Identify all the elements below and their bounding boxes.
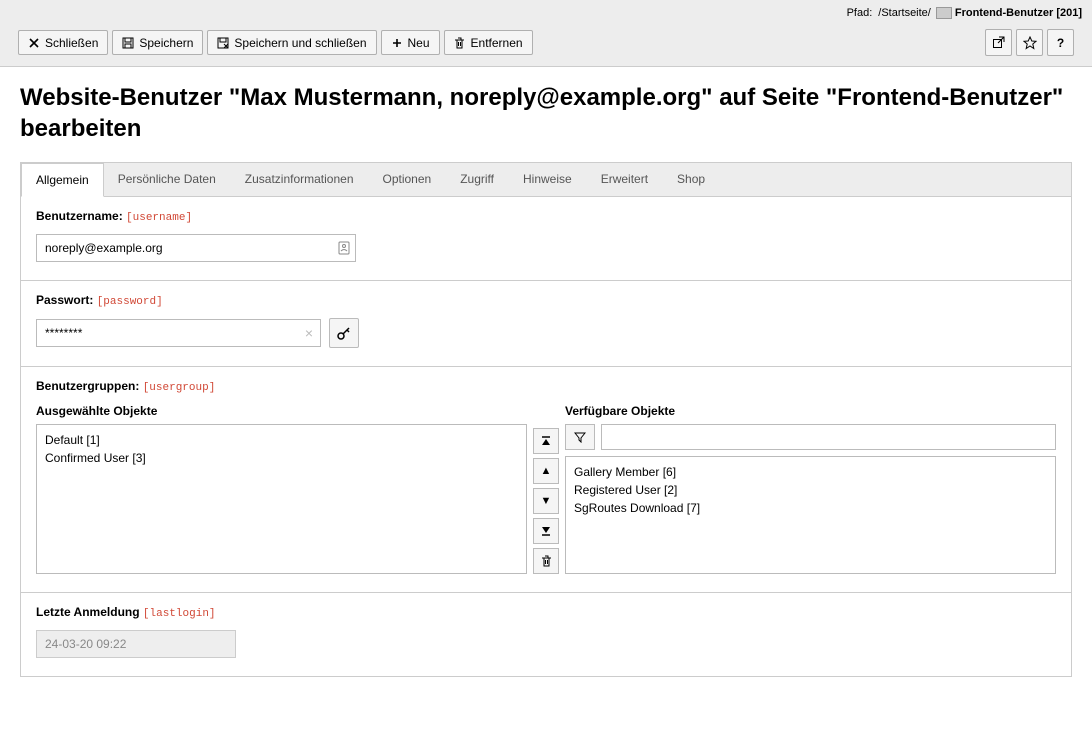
list-item[interactable]: Default [1] xyxy=(45,431,518,449)
list-item[interactable]: SgRoutes Download [7] xyxy=(574,499,1047,517)
section-username: Benutzername: [username] xyxy=(21,197,1071,281)
password-input[interactable] xyxy=(36,319,321,347)
share-button[interactable] xyxy=(985,29,1012,56)
lastlogin-tech: [lastlogin] xyxy=(143,608,216,620)
section-lastlogin: Letzte Anmeldung [lastlogin] xyxy=(21,593,1071,676)
tab-shop[interactable]: Shop xyxy=(663,163,720,196)
tab-access[interactable]: Zugriff xyxy=(446,163,509,196)
key-icon xyxy=(336,325,352,341)
selected-listbox[interactable]: Default [1] Confirmed User [3] xyxy=(36,424,527,574)
list-item[interactable]: Registered User [2] xyxy=(574,481,1047,499)
triangle-up-icon: ▲ xyxy=(541,465,552,477)
page-title: Website-Benutzer "Max Mustermann, norepl… xyxy=(20,82,1072,144)
section-usergroup: Benutzergruppen: [usergroup] Ausgewählte… xyxy=(21,367,1071,593)
content-area: Website-Benutzer "Max Mustermann, norepl… xyxy=(0,67,1092,752)
remove-button[interactable] xyxy=(533,548,559,574)
contact-icon xyxy=(338,241,350,255)
lastlogin-input xyxy=(36,630,236,658)
username-label: Benutzername: xyxy=(36,209,123,223)
new-button[interactable]: Neu xyxy=(381,30,440,55)
filter-button[interactable] xyxy=(565,424,595,450)
plus-icon xyxy=(391,37,403,49)
move-bottom-button[interactable] xyxy=(533,518,559,544)
tab-panel: Benutzername: [username] Passwort: [pass… xyxy=(20,196,1072,677)
clear-icon[interactable]: × xyxy=(305,325,313,341)
lastlogin-label: Letzte Anmeldung xyxy=(36,605,140,619)
tab-options[interactable]: Optionen xyxy=(369,163,447,196)
help-button[interactable]: ? xyxy=(1047,29,1074,56)
usergroup-label: Benutzergruppen: xyxy=(36,379,139,393)
help-icon: ? xyxy=(1057,36,1064,50)
triangle-down-icon: ▼ xyxy=(541,495,552,507)
filter-icon xyxy=(574,431,586,443)
delete-button[interactable]: Entfernen xyxy=(444,30,533,55)
usergroup-tech: [usergroup] xyxy=(143,382,216,394)
list-item[interactable]: Gallery Member [6] xyxy=(574,463,1047,481)
trash-icon xyxy=(541,555,552,567)
available-listbox[interactable]: Gallery Member [6] Registered User [2] S… xyxy=(565,456,1056,574)
filter-input[interactable] xyxy=(601,424,1056,450)
move-up-button[interactable]: ▲ xyxy=(533,458,559,484)
tab-notes[interactable]: Hinweise xyxy=(509,163,587,196)
path-label: Pfad: xyxy=(847,7,873,19)
close-icon xyxy=(28,37,40,49)
username-tech: [username] xyxy=(126,212,192,224)
save-button[interactable]: Speichern xyxy=(112,30,203,55)
move-down-button[interactable]: ▼ xyxy=(533,488,559,514)
move-top-icon xyxy=(541,436,551,446)
save-close-icon xyxy=(217,37,229,49)
move-top-button[interactable] xyxy=(533,428,559,454)
selected-title: Ausgewählte Objekte xyxy=(36,404,527,418)
move-bottom-icon xyxy=(541,526,551,536)
tab-personal[interactable]: Persönliche Daten xyxy=(104,163,231,196)
save-icon xyxy=(122,37,134,49)
breadcrumb-current[interactable]: Frontend-Benutzer [201] xyxy=(955,7,1082,19)
available-title: Verfügbare Objekte xyxy=(565,404,1056,418)
trash-icon xyxy=(454,37,466,49)
tab-extra[interactable]: Zusatzinformationen xyxy=(231,163,369,196)
password-label: Passwort: xyxy=(36,293,93,307)
username-input[interactable] xyxy=(36,234,356,262)
toolbar: Schließen Speichern Speichern und schlie… xyxy=(0,25,1092,67)
folder-icon xyxy=(936,7,952,19)
close-button[interactable]: Schließen xyxy=(18,30,108,55)
generate-password-button[interactable] xyxy=(329,318,359,348)
transfer-controls: ▲ ▼ xyxy=(533,404,559,574)
star-icon xyxy=(1023,36,1037,50)
external-link-icon xyxy=(992,36,1005,49)
save-close-button[interactable]: Speichern und schließen xyxy=(207,30,376,55)
section-password: Passwort: [password] × xyxy=(21,281,1071,367)
tab-extended[interactable]: Erweitert xyxy=(587,163,663,196)
password-tech: [password] xyxy=(97,296,163,308)
breadcrumb-root[interactable]: /Startseite/ xyxy=(878,7,931,19)
tab-bar: Allgemein Persönliche Daten Zusatzinform… xyxy=(20,162,1072,196)
breadcrumb-bar: Pfad: /Startseite/ Frontend-Benutzer [20… xyxy=(0,0,1092,25)
list-item[interactable]: Confirmed User [3] xyxy=(45,449,518,467)
bookmark-button[interactable] xyxy=(1016,29,1043,56)
tab-general[interactable]: Allgemein xyxy=(21,163,104,197)
